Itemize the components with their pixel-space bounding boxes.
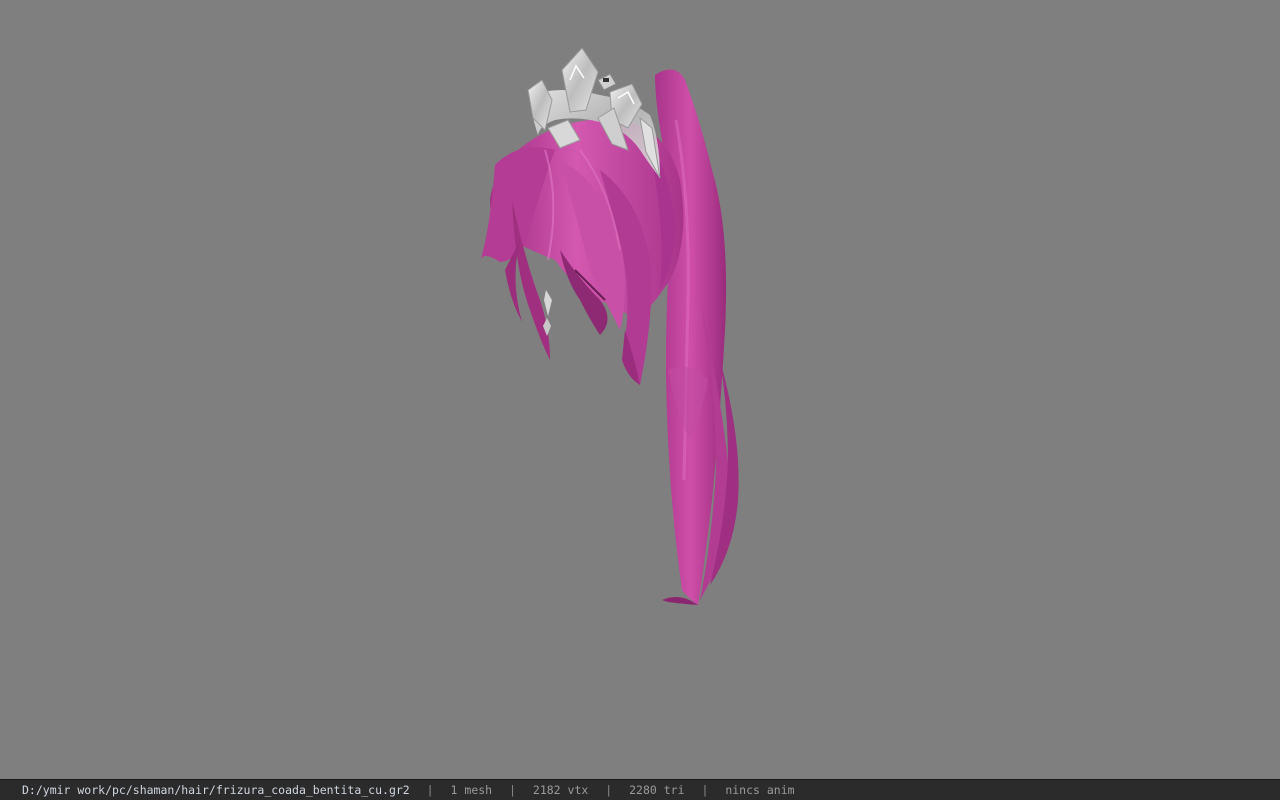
status-bar: D:/ymir work/pc/shaman/hair/frizura_coad… (0, 779, 1280, 800)
file-path: D:/ymir work/pc/shaman/hair/frizura_coad… (22, 783, 410, 797)
separator: | (605, 783, 613, 797)
hair-ornament-dangle (543, 290, 552, 336)
triangle-count: 2280 tri (629, 783, 685, 797)
hair-model-render[interactable] (0, 0, 1280, 779)
ponytail (655, 69, 739, 605)
separator: | (426, 783, 434, 797)
3d-viewport[interactable] (0, 0, 1280, 779)
animation-status: nincs anim (725, 783, 795, 797)
mesh-count: 1 mesh (450, 783, 493, 797)
separator: | (509, 783, 516, 797)
vertex-count: 2182 vtx (532, 783, 589, 797)
separator: | (701, 783, 709, 797)
